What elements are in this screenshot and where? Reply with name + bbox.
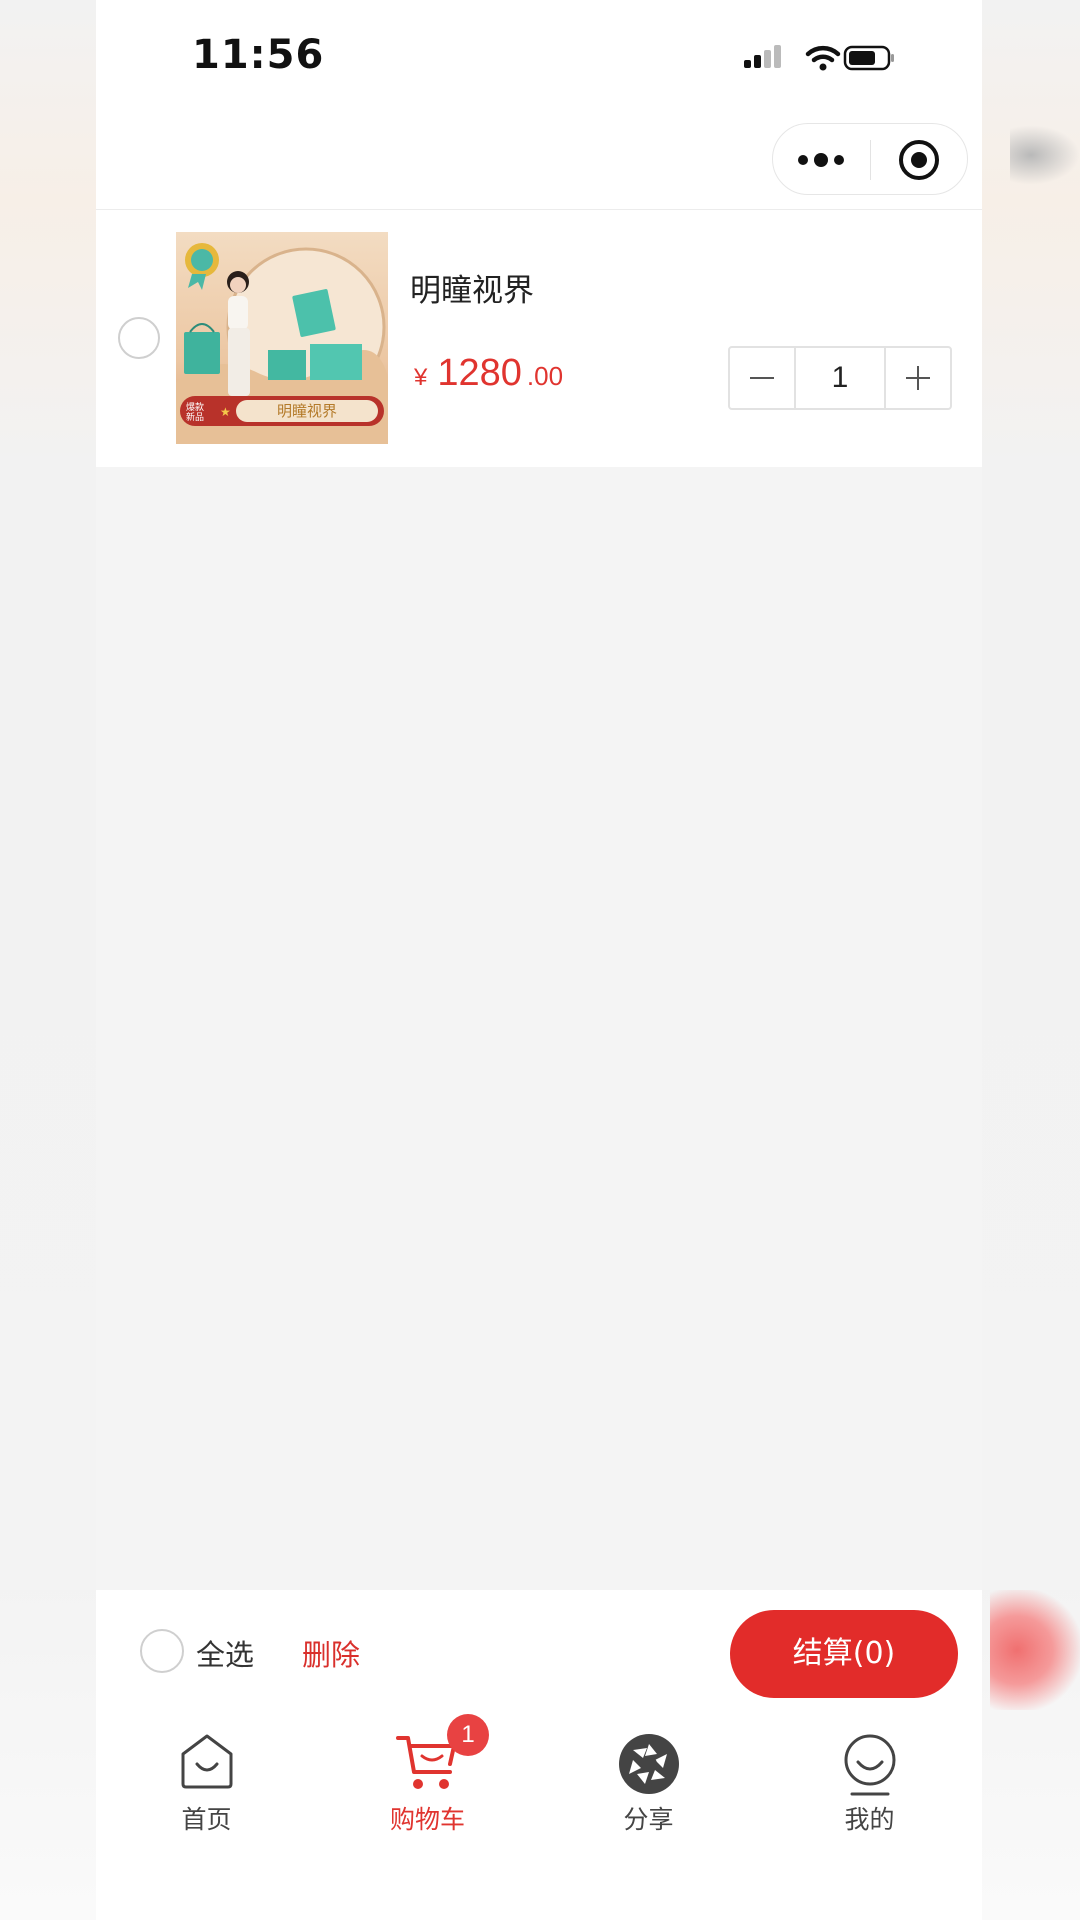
tab-home-label: 首页 — [181, 1805, 232, 1834]
quantity-value[interactable]: 1 — [796, 348, 884, 408]
delete-button[interactable]: 删除 — [302, 1632, 360, 1674]
decrease-quantity-button[interactable] — [730, 348, 796, 408]
tab-share-label: 分享 — [623, 1805, 674, 1834]
cart-footer-bar: 全选 删除 结算(0) — [96, 1590, 982, 1700]
svg-text:★: ★ — [220, 405, 231, 419]
mini-program-capsule — [772, 123, 968, 195]
phone-screen: 11:56 爆款 新品 ★ 明瞳视界 明瞳视界 ¥ 1280 .00 1 全选 … — [96, 0, 982, 1920]
minus-icon — [750, 377, 774, 379]
svg-text:爆款: 爆款 — [186, 401, 204, 413]
cellular-signal-icon — [744, 45, 781, 68]
status-time: 11:56 — [192, 32, 325, 78]
price-currency: ¥ — [414, 364, 428, 391]
blurred-backdrop-capsule — [1010, 125, 1080, 185]
close-target-icon[interactable] — [897, 138, 941, 182]
quantity-stepper: 1 — [728, 346, 952, 410]
blurred-backdrop-left — [0, 0, 96, 1920]
select-all-label[interactable]: 全选 — [196, 1632, 254, 1674]
mini-program-nav-bar — [96, 115, 982, 210]
product-image: 爆款 新品 ★ 明瞳视界 — [176, 232, 388, 444]
wifi-icon — [805, 45, 841, 71]
increase-quantity-button[interactable] — [884, 348, 950, 408]
svg-text:新品: 新品 — [186, 411, 204, 423]
product-thumbnail[interactable]: 爆款 新品 ★ 明瞳视界 — [176, 232, 388, 444]
status-bar: 11:56 — [96, 0, 982, 115]
svg-text:明瞳视界: 明瞳视界 — [277, 402, 337, 420]
more-dots-icon[interactable] — [797, 142, 845, 178]
profile-icon — [844, 1734, 895, 1796]
home-icon — [181, 1734, 232, 1789]
price-integer: 1280 — [437, 352, 522, 394]
capsule-divider — [870, 140, 871, 180]
cart-count-badge: 1 — [447, 1714, 489, 1756]
share-aperture-icon — [618, 1734, 679, 1794]
product-title[interactable]: 明瞳视界 — [410, 265, 534, 310]
tab-cart-label: 购物车 — [389, 1805, 465, 1834]
product-price: ¥1280.00 — [414, 352, 563, 395]
status-icons — [744, 45, 894, 71]
gift-bag — [184, 332, 220, 374]
battery-icon — [843, 45, 894, 71]
bottom-tab-bar: 首页 1 购物车 分享 我的 — [96, 1700, 982, 1920]
price-decimal: .00 — [526, 361, 564, 391]
tab-profile[interactable]: 我的 — [759, 1700, 980, 1834]
plus-icon — [906, 366, 930, 390]
tab-share[interactable]: 分享 — [538, 1700, 759, 1834]
select-all-radio[interactable] — [140, 1629, 184, 1673]
tab-home[interactable]: 首页 — [96, 1700, 317, 1834]
checkout-button[interactable]: 结算(0) — [730, 1610, 958, 1698]
item-select-radio[interactable] — [118, 317, 160, 359]
tab-cart[interactable]: 1 购物车 — [317, 1700, 538, 1834]
tab-profile-label: 我的 — [844, 1805, 895, 1834]
blurred-backdrop-checkout — [990, 1590, 1080, 1710]
cart-item: 爆款 新品 ★ 明瞳视界 明瞳视界 ¥1280.00 1 — [96, 210, 982, 467]
